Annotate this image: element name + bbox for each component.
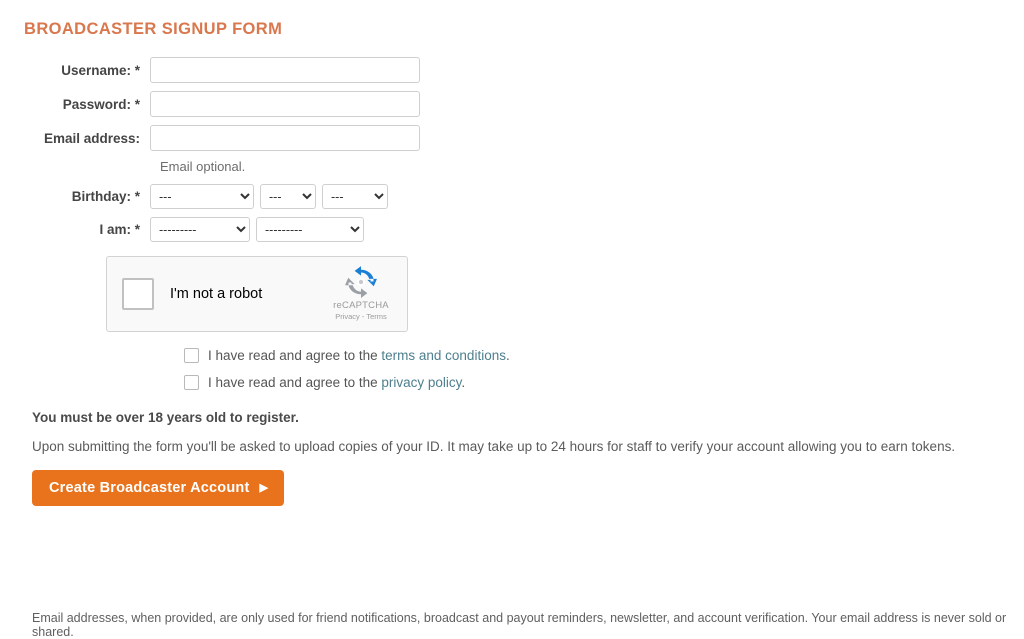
username-label: Username: *: [61, 62, 140, 78]
privacy-policy-link[interactable]: privacy policy: [381, 375, 461, 390]
terms-agreement-checkbox[interactable]: [184, 348, 199, 363]
terms-agreement-text: I have read and agree to the terms and c…: [208, 348, 510, 363]
submit-button-wrap: Create Broadcaster Account ▶: [32, 470, 1000, 506]
i-am-label: I am: *: [99, 222, 140, 237]
terms-text-before: I have read and agree to the: [208, 348, 382, 363]
email-input[interactable]: [150, 125, 420, 151]
agreement-row-privacy: I have read and agree to the privacy pol…: [184, 375, 1000, 390]
submit-button-label: Create Broadcaster Account: [49, 480, 250, 496]
birthday-year-select[interactable]: ---: [150, 184, 254, 209]
create-broadcaster-account-button[interactable]: Create Broadcaster Account ▶: [32, 470, 285, 506]
username-field-wrap: [150, 57, 420, 83]
form-row-password: Password: *: [24, 91, 1000, 117]
recaptcha-box[interactable]: I'm not a robot reCAPTCHA Privacy - Term…: [106, 256, 408, 332]
signup-form: Username: * Password: * Email address: E…: [24, 57, 1000, 506]
recaptcha-label: I'm not a robot: [170, 286, 263, 302]
privacy-text-after: .: [461, 375, 466, 390]
agreement-row-terms: I have read and agree to the terms and c…: [184, 348, 1000, 363]
password-input[interactable]: [150, 91, 420, 117]
birthday-label: Birthday: *: [71, 189, 140, 204]
form-row-email: Email address:: [24, 125, 1000, 151]
username-input[interactable]: [150, 57, 420, 83]
recaptcha-logo-icon: [345, 266, 377, 298]
recaptcha-brand: reCAPTCHA Privacy - Terms: [325, 265, 397, 321]
email-label: Email address:: [43, 130, 140, 146]
email-helper-text: Email optional.: [160, 159, 246, 174]
form-row-birthday: Birthday: * --- --- ---: [24, 184, 1000, 209]
recaptcha-terms-link[interactable]: Terms: [366, 312, 386, 321]
password-field-wrap: [150, 91, 420, 117]
arrow-right-icon: ▶: [259, 481, 269, 494]
form-row-i-am: I am: * --------- ---------: [24, 217, 1000, 242]
page-title: Broadcaster Signup Form: [24, 20, 283, 38]
terms-text-after: .: [505, 348, 510, 363]
age-requirement-notice: You must be over 18 years old to registe…: [32, 410, 299, 425]
privacy-agreement-text: I have read and agree to the privacy pol…: [208, 375, 465, 390]
email-field-wrap: [150, 125, 420, 151]
form-row-username: Username: *: [24, 57, 1000, 83]
privacy-text-before: I have read and agree to the: [208, 375, 382, 390]
i-am-field-wrap: --------- ---------: [150, 217, 364, 242]
privacy-agreement-checkbox[interactable]: [184, 375, 199, 390]
recaptcha-legal-links: Privacy - Terms: [325, 312, 397, 321]
i-am-first-select[interactable]: ---------: [150, 217, 250, 242]
birthday-field-wrap: --- --- ---: [150, 184, 388, 209]
verification-notice: Upon submitting the form you'll be asked…: [32, 439, 956, 454]
recaptcha-widget: I'm not a robot reCAPTCHA Privacy - Term…: [106, 256, 1000, 332]
birthday-month-select[interactable]: ---: [260, 184, 316, 209]
recaptcha-checkbox[interactable]: [122, 278, 154, 310]
recaptcha-brand-name: reCAPTCHA: [333, 300, 389, 311]
terms-and-conditions-link[interactable]: terms and conditions: [381, 348, 506, 363]
password-label: Password: *: [62, 96, 140, 112]
signup-page: Broadcaster Signup Form Username: * Pass…: [0, 0, 1024, 639]
recaptcha-link-separator: -: [361, 312, 365, 321]
recaptcha-privacy-link[interactable]: Privacy: [335, 312, 360, 321]
i-am-second-select[interactable]: ---------: [256, 217, 364, 242]
agreements-group: I have read and agree to the terms and c…: [184, 348, 1000, 390]
birthday-day-select[interactable]: ---: [322, 184, 388, 209]
